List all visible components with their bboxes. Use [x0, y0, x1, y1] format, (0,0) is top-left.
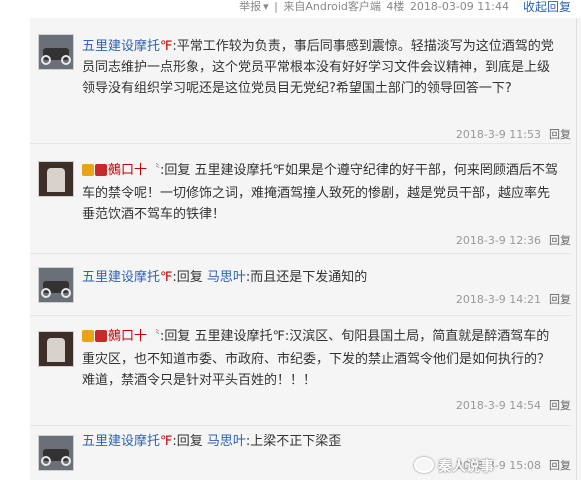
avatar[interactable] [38, 331, 74, 367]
reply-time: 2018-3-9 11:53 [455, 128, 541, 141]
level-badge-icon [95, 164, 107, 176]
reply-time: 2018-3-9 14:54 [455, 399, 541, 412]
reply-prefix: :回复 [172, 434, 207, 449]
reply-username[interactable]: 鵺口十 [108, 163, 147, 178]
level-badge-icon [95, 330, 107, 342]
wheel-icon [41, 55, 51, 65]
wheel-icon [41, 288, 51, 298]
reply-text: 五里建设摩托℉:回复 马思叶:上梁不正下梁歪 [82, 431, 560, 452]
panel-divider [576, 18, 577, 480]
wheel-icon [61, 288, 71, 298]
reply-footer: 2018-3-9 12:36 回复 [456, 232, 571, 248]
watermark: 秦人说事 [414, 456, 494, 476]
report-link[interactable]: 举报 [239, 0, 261, 13]
reply-body: :而且还是下发通知的 [245, 270, 368, 285]
user-badges [82, 162, 108, 183]
reply-text: 五里建设摩托℉:平常工作较为负责，事后同事感到震惊。轻描淡写为这位酒驾的党员同志… [82, 36, 560, 99]
username-suffix: ℉ [160, 270, 173, 285]
reply-prefix: :回复 [172, 270, 207, 285]
reply-target-user[interactable]: 五里建设摩托℉ [195, 163, 285, 178]
wheel-icon [61, 55, 71, 65]
reply-text: 五里建设摩托℉:回复 马思叶:而且还是下发通知的 [82, 267, 560, 288]
reply-username[interactable]: 五里建设摩托 [82, 270, 160, 285]
reply-text: 鵺口十〝:回复 五里建设摩托℉如果是个遵守纪律的好干部，何来罔顾酒后不驾车的禁令… [82, 160, 560, 225]
reply-button[interactable]: 回复 [549, 293, 571, 306]
reply-button[interactable]: 回复 [549, 234, 571, 247]
reply-time: 2018-3-9 12:36 [455, 234, 541, 247]
reply-prefix: :回复 [160, 329, 195, 344]
reply-time: 2018-3-9 14:21 [455, 293, 541, 306]
reply-item: 鵺口十〝:回复 五里建设摩托℉:汉滨区、旬阳县国土局，简直就是醉酒驾车的重灾区，… [30, 315, 571, 426]
post-meta: 举报 ▾ | 来自Android客户端 4楼 2018-03-09 11:44 [237, 0, 509, 14]
reply-button[interactable]: 回复 [549, 399, 571, 412]
reply-prefix: :回复 [160, 163, 195, 178]
reply-button[interactable]: 回复 [549, 459, 571, 472]
floor-number: 4楼 [386, 0, 405, 13]
post-meta-bar: 举报 ▾ | 来自Android客户端 4楼 2018-03-09 11:44 收… [0, 0, 581, 18]
collapse-replies-button[interactable]: 收起回复 [523, 0, 571, 14]
wheel-icon [41, 456, 51, 466]
reply-target-user[interactable]: 马思叶 [207, 270, 246, 285]
avatar[interactable] [38, 34, 74, 70]
watermark-text: 秦人说事 [438, 459, 494, 475]
vip-badge-icon [82, 330, 94, 342]
reply-username[interactable]: 鵺口十 [108, 329, 147, 344]
weibo-logo-icon [414, 457, 434, 473]
reply-item: 鵺口十〝:回复 五里建设摩托℉如果是个遵守纪律的好干部，何来罔顾酒后不驾车的禁令… [30, 143, 571, 254]
reply-target-user[interactable]: 马思叶 [207, 434, 246, 449]
reply-footer: 2018-3-9 11:53 回复 [456, 126, 571, 142]
reply-button[interactable]: 回复 [549, 128, 571, 141]
reply-target-user[interactable]: 五里建设摩托℉ [195, 329, 285, 344]
gun-icon [47, 168, 65, 192]
reply-username[interactable]: 五里建设摩托 [82, 434, 160, 449]
vip-badge-icon [82, 164, 94, 176]
reply-footer: 2018-3-9 14:54 回复 [456, 397, 571, 413]
reply-item: 五里建设摩托℉:平常工作较为负责，事后同事感到震惊。轻描淡写为这位酒驾的党员同志… [30, 18, 571, 144]
username-suffix: 〝 [147, 163, 161, 178]
reply-username[interactable]: 五里建设摩托 [82, 39, 160, 54]
username-suffix: 〝 [147, 329, 161, 344]
avatar[interactable] [38, 435, 74, 471]
client-source: 来自Android客户端 [283, 0, 381, 13]
avatar[interactable] [38, 161, 74, 197]
reply-body: :上梁不正下梁歪 [245, 434, 342, 449]
avatar[interactable] [38, 267, 74, 303]
meta-divider: | [274, 0, 278, 13]
gun-icon [47, 338, 65, 362]
reply-footer: 2018-3-9 14:21 回复 [456, 291, 571, 307]
reply-text: 鵺口十〝:回复 五里建设摩托℉:汉滨区、旬阳县国土局，简直就是醉酒驾车的重灾区，… [82, 326, 560, 391]
post-datetime: 2018-03-09 11:44 [409, 0, 509, 13]
user-badges [82, 328, 108, 349]
username-suffix: ℉ [160, 434, 173, 449]
wheel-icon [61, 456, 71, 466]
reply-item: 五里建设摩托℉:回复 马思叶:而且还是下发通知的 2018-3-9 14:21 回… [30, 253, 571, 316]
username-suffix: ℉ [160, 39, 173, 54]
report-arrow-icon[interactable]: ▾ [263, 0, 269, 13]
